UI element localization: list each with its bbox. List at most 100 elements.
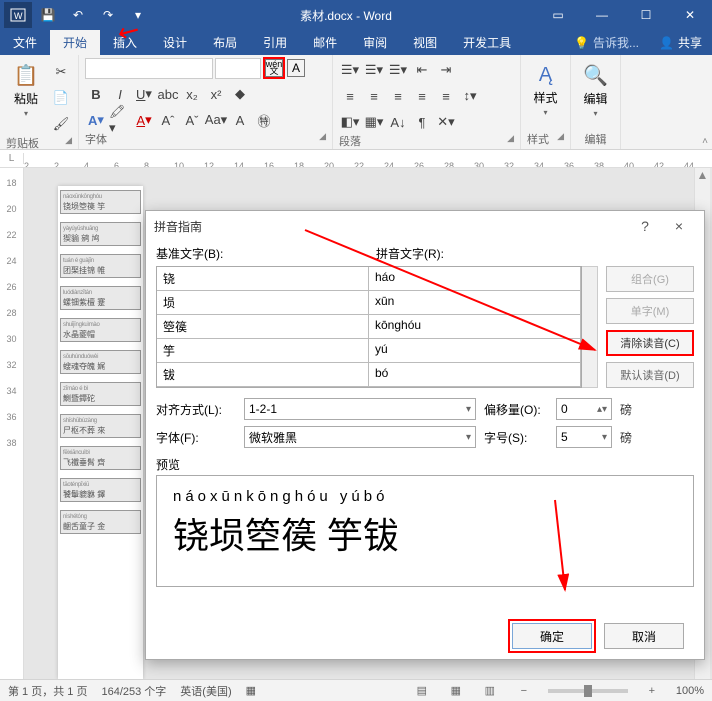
ruler-tab-selector[interactable]: L (0, 153, 24, 164)
table-cell[interactable]: tāoténpĭxiū饕鬡貔貅 鐸 (60, 478, 141, 502)
table-cell[interactable]: shuĭjīngkuìmào水晶夔帽 (60, 318, 141, 342)
single-button[interactable]: 单字(M) (606, 298, 694, 324)
clear-format-button[interactable]: ◆ (229, 83, 251, 105)
show-marks-button[interactable]: ¶ (411, 111, 433, 133)
zoom-slider[interactable] (548, 689, 628, 693)
tell-me[interactable]: 💡告诉我... (564, 30, 649, 55)
table-cell[interactable]: luódiànzĭtán螺钿紫檀 蹇 (60, 286, 141, 310)
tab-references[interactable]: 引用 (250, 30, 300, 55)
minimize-icon[interactable]: — (580, 0, 624, 30)
zoom-in-icon[interactable]: + (642, 683, 662, 699)
copy-icon[interactable]: 📄 (50, 87, 72, 109)
superscript-button[interactable]: x² (205, 83, 227, 105)
macro-icon[interactable]: ▦ (246, 684, 256, 697)
base-cell[interactable]: 箜篌 (157, 315, 369, 339)
line-spacing-button[interactable]: ↕▾ (459, 85, 481, 107)
save-icon[interactable]: 💾 (34, 2, 62, 28)
para-dialog-launcher[interactable]: ◢ (507, 133, 514, 149)
tab-insert[interactable]: 插入 (100, 30, 150, 55)
asian-layout-button[interactable]: ✕▾ (435, 111, 457, 133)
tab-review[interactable]: 审阅 (350, 30, 400, 55)
share-button[interactable]: 👤共享 (649, 30, 712, 55)
ok-button[interactable]: 确定 (512, 623, 592, 649)
table-cell[interactable]: zĭmáo é bì鰂暨鐔砣 (60, 382, 141, 406)
default-reading-button[interactable]: 默认读音(D) (606, 362, 694, 388)
collapse-ribbon-icon[interactable]: ˄ (702, 136, 708, 147)
dialog-help-button[interactable]: ? (628, 218, 662, 234)
guide-table[interactable]: 铙埙箜篌竽钹 háoxūnkōnghóuyúbó (156, 266, 582, 388)
combine-button[interactable]: 组合(G) (606, 266, 694, 292)
change-case-button[interactable]: Aa▾ (205, 109, 227, 131)
multilevel-button[interactable]: ☰▾ (387, 59, 409, 81)
status-language[interactable]: 英语(美国) (180, 683, 231, 699)
base-cell[interactable]: 埙 (157, 291, 369, 315)
print-layout-icon[interactable]: ▦ (446, 683, 466, 699)
tab-home[interactable]: 开始 (50, 30, 100, 55)
justify-button[interactable]: ≡ (411, 85, 433, 107)
base-cell[interactable]: 竽 (157, 339, 369, 363)
status-words[interactable]: 164/253 个字 (101, 683, 166, 699)
paste-button[interactable]: 📋粘贴▾ (6, 57, 46, 123)
cut-icon[interactable]: ✂ (50, 61, 72, 83)
vertical-ruler[interactable]: 1820222426283032343638 (0, 168, 24, 679)
base-cell[interactable]: 钹 (157, 363, 369, 387)
strike-button[interactable]: abc (157, 83, 179, 105)
sort-button[interactable]: A↓ (387, 111, 409, 133)
styles-dialog-launcher[interactable]: ◢ (557, 131, 564, 147)
zoom-out-icon[interactable]: − (514, 683, 534, 699)
char-shading-button[interactable]: A (229, 109, 251, 131)
undo-icon[interactable]: ↶ (64, 2, 92, 28)
underline-button[interactable]: U▾ (133, 83, 155, 105)
ruby-cell[interactable]: háo (369, 267, 581, 291)
tab-design[interactable]: 设计 (150, 30, 200, 55)
table-cell[interactable]: tuán é guàjĭn团棸挂锦 帷 (60, 254, 141, 278)
table-cell[interactable]: yàyúyūshuāng猰貐 鹓 鸠 (60, 222, 141, 246)
ribbon-options-icon[interactable]: ▭ (536, 0, 580, 30)
clear-reading-button[interactable]: 清除读音(C) (606, 330, 694, 356)
document-page[interactable]: náoxūnkōnghóu铙埙箜篌 竽 yàyúyūshuāng猰貐 鹓 鸠 tuá… (58, 186, 143, 679)
zoom-level[interactable]: 100% (676, 685, 704, 697)
offset-spinner[interactable]: 0▴▾ (556, 398, 612, 420)
styles-button[interactable]: Ą样式▾ (527, 57, 564, 123)
table-cell[interactable]: shīshūbùzàng尸枢不葬 來 (60, 414, 141, 438)
grow-font-button[interactable]: Aˆ (157, 109, 179, 131)
dialog-close-button[interactable]: × (662, 218, 696, 234)
web-layout-icon[interactable]: ▥ (480, 683, 500, 699)
font-size-select[interactable] (215, 58, 261, 79)
ruby-cell[interactable]: xūn (369, 291, 581, 315)
ruby-cell[interactable]: kōnghóu (369, 315, 581, 339)
decrease-indent-button[interactable]: ⇤ (411, 59, 433, 81)
borders-button[interactable]: ▦▾ (363, 111, 385, 133)
tab-layout[interactable]: 布局 (200, 30, 250, 55)
tab-file[interactable]: 文件 (0, 30, 50, 55)
table-cell[interactable]: sōuhúnduówèi螋魂夺魄 娓 (60, 350, 141, 374)
status-page[interactable]: 第 1 页，共 1 页 (8, 683, 87, 699)
qat-more-icon[interactable]: ▾ (124, 2, 152, 28)
tab-developer[interactable]: 开发工具 (450, 30, 524, 55)
table-cell[interactable]: náoxūnkōnghóu铙埙箜篌 竽 (60, 190, 141, 214)
font-select[interactable]: 微软雅黑▾ (244, 426, 476, 448)
font-dialog-launcher[interactable]: ◢ (319, 131, 326, 147)
char-border-button[interactable]: A (287, 59, 305, 77)
table-scrollbar[interactable] (582, 266, 598, 388)
numbering-button[interactable]: ☰▾ (363, 59, 385, 81)
tab-view[interactable]: 视图 (400, 30, 450, 55)
table-cell[interactable]: fēixiāncuìbì飞襳垂髾 齊 (60, 446, 141, 470)
increase-indent-button[interactable]: ⇥ (435, 59, 457, 81)
tab-mail[interactable]: 邮件 (300, 30, 350, 55)
phonetic-guide-button[interactable]: wén文 (263, 57, 285, 79)
font-name-select[interactable] (85, 58, 213, 79)
close-icon[interactable]: ✕ (668, 0, 712, 30)
align-select[interactable]: 1-2-1▾ (244, 398, 476, 420)
cancel-button[interactable]: 取消 (604, 623, 684, 649)
enclose-char-button[interactable]: ㊕ (253, 109, 275, 131)
horizontal-ruler[interactable]: L 22468101214161820222426283032343638404… (0, 150, 712, 168)
scroll-up-icon[interactable]: ▲ (695, 168, 710, 184)
bold-button[interactable]: B (85, 83, 107, 105)
read-mode-icon[interactable]: ▤ (412, 683, 432, 699)
base-cell[interactable]: 铙 (157, 267, 369, 291)
subscript-button[interactable]: x₂ (181, 83, 203, 105)
table-cell[interactable]: nìshétóng齫舌童子 金 (60, 510, 141, 534)
align-center-button[interactable]: ≡ (363, 85, 385, 107)
editing-button[interactable]: 🔍编辑▾ (577, 57, 614, 123)
